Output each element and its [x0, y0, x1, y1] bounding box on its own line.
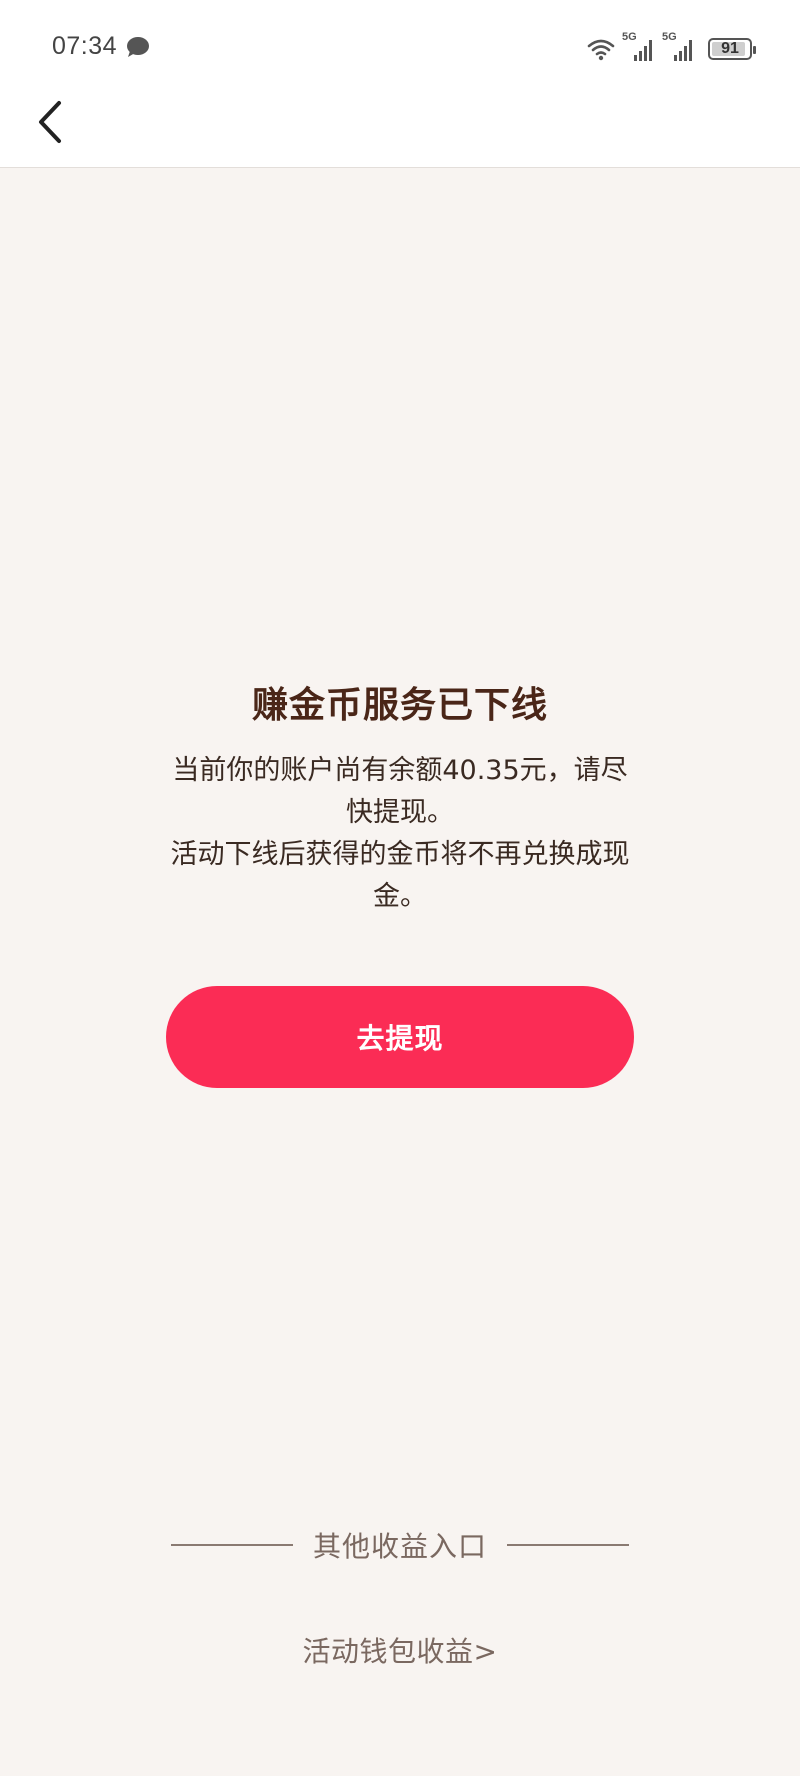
- withdraw-button[interactable]: 去提现: [166, 986, 634, 1088]
- status-time: 07:34: [52, 32, 118, 60]
- battery-icon: 91: [708, 38, 756, 60]
- description-line-balance: 当前你的账户尚有余额40.35元，请尽快提现。: [172, 755, 628, 828]
- signal-2: 5G: [662, 31, 696, 63]
- description: 当前你的账户尚有余额40.35元，请尽快提现。 活动下线后获得的金币将不再兑换成…: [160, 750, 640, 918]
- signal-bars-icon: [634, 40, 652, 61]
- status-icons: 5G 5G 91: [586, 31, 756, 64]
- chevron-left-icon: [39, 101, 61, 143]
- signal-bars-icon: [674, 40, 692, 61]
- back-button[interactable]: [28, 96, 72, 148]
- signal-1: 5G: [622, 31, 656, 63]
- description-line-notice: 活动下线后获得的金币将不再兑换成现金。: [170, 839, 630, 912]
- main-content: 赚金币服务已下线 当前你的账户尚有余额40.35元，请尽快提现。 活动下线后获得…: [0, 680, 800, 1088]
- battery-text: 91: [721, 40, 739, 57]
- chat-bubble-icon: [127, 37, 149, 57]
- page-title: 赚金币服务已下线: [251, 685, 548, 726]
- divider-right: [507, 1544, 629, 1546]
- activity-wallet-link[interactable]: 活动钱包收益>: [0, 1630, 800, 1670]
- top-area: 07:34 5G 5G 91: [0, 0, 800, 168]
- divider-left: [170, 1544, 293, 1546]
- status-bar: 07:34 5G 5G 91: [0, 0, 800, 96]
- wifi-icon: [587, 39, 615, 61]
- other-income-title: 其他收益入口: [312, 1530, 487, 1563]
- other-income-section: 其他收益入口: [0, 1520, 800, 1570]
- app-screen: 07:34 5G 5G 91 赚金币服务已下线 当前你的账户尚有余额40.35元…: [0, 0, 800, 1776]
